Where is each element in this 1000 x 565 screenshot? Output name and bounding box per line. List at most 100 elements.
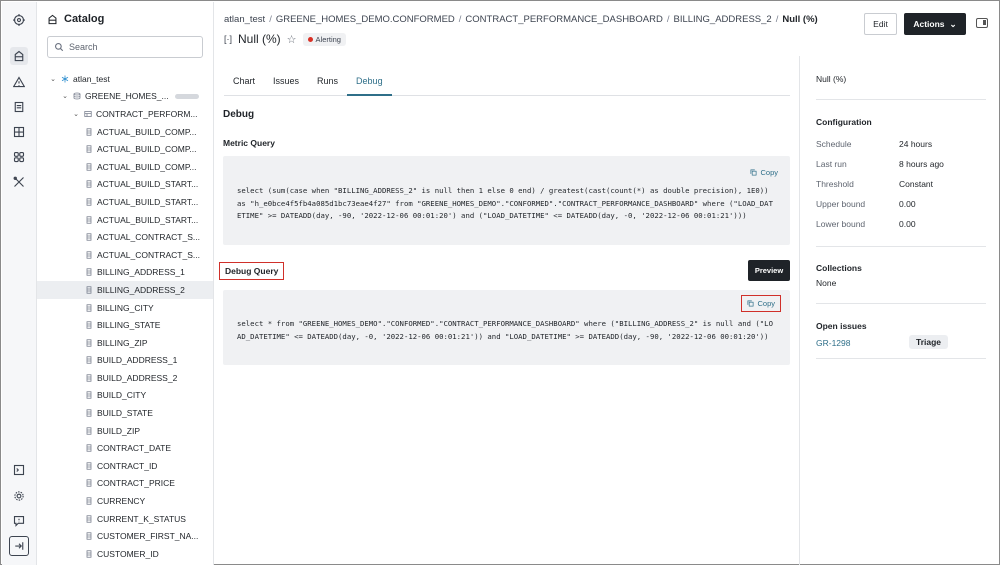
tree-item[interactable]: BILLING_ZIP — [37, 334, 213, 352]
catalog-tree: ⌄ atlan_test ⌄ GREENE_HOMES_... ⌄ CONTRACT_PE… — [37, 70, 213, 563]
tree-item-label: ACTUAL_BUILD_COMP... — [97, 161, 197, 172]
preview-button[interactable]: Preview — [748, 260, 790, 281]
config-row: Threshold Constant — [816, 179, 986, 189]
details-panel: Null (%) Configuration Schedule 24 hours L… — [799, 56, 1000, 565]
tree-item[interactable]: BILLING_CITY — [37, 299, 213, 317]
column-icon — [84, 549, 93, 558]
tree-item-label: CURRENCY — [97, 496, 146, 507]
tree-item[interactable]: CONTRACT_PRICE — [37, 475, 213, 493]
tree-item[interactable]: ACTUAL_BUILD_START... — [37, 193, 213, 211]
terminal-icon[interactable] — [10, 461, 28, 479]
expand-sidebar-icon[interactable] — [9, 536, 29, 556]
column-icon — [84, 409, 93, 418]
grid-layout-icon[interactable] — [10, 123, 28, 141]
star-icon[interactable]: ☆ — [287, 33, 297, 46]
catalog-search[interactable] — [47, 36, 203, 58]
tree-item-label: BUILD_ADDRESS_1 — [97, 355, 178, 366]
help-chat-icon[interactable] — [10, 512, 28, 530]
column-icon — [84, 479, 93, 488]
catalog-icon[interactable] — [10, 47, 28, 65]
configuration-heading: Configuration — [816, 117, 872, 127]
tree-item-label: ACTUAL_BUILD_START... — [97, 214, 199, 225]
tree-item[interactable]: CONTRACT_DATE — [37, 439, 213, 457]
breadcrumb-item[interactable]: atlan_test — [224, 14, 265, 25]
tree-item-label: CURRENT_K_STATUS — [97, 513, 186, 524]
divider — [816, 99, 986, 100]
chevron-down-icon: ⌄ — [949, 18, 957, 29]
config-row: Schedule 24 hours — [816, 139, 986, 149]
chevron-down-icon[interactable]: ⌄ — [49, 75, 57, 83]
tree-item[interactable]: ⌄ CONTRACT_PERFORM... — [37, 105, 213, 123]
tree-item[interactable]: BUILD_STATE — [37, 404, 213, 422]
tree-item[interactable]: ⌄ atlan_test — [37, 70, 213, 88]
tree-item[interactable]: CURRENCY — [37, 492, 213, 510]
config-key: Last run — [816, 159, 847, 169]
tree-item-label: ACTUAL_CONTRACT_S... — [97, 249, 200, 260]
alert-triangle-icon[interactable] — [10, 73, 28, 91]
tree-item-label: atlan_test — [73, 73, 110, 84]
tree-item[interactable]: BUILD_CITY — [37, 387, 213, 405]
config-row: Last run 8 hours ago — [816, 159, 986, 169]
search-input[interactable] — [69, 42, 189, 52]
breadcrumb-item[interactable]: BILLING_ADDRESS_2 — [673, 14, 771, 25]
tree-item-label: BILLING_ZIP — [97, 337, 148, 348]
debug-query-code: select * from "GREENE_HOMES_DEMO"."CONFO… — [237, 319, 773, 341]
config-value: 0.00 — [899, 199, 916, 209]
column-icon — [84, 321, 93, 330]
tree-item[interactable]: ⌄ GREENE_HOMES_... — [37, 88, 213, 106]
tab-debug[interactable]: Debug — [347, 68, 392, 96]
tree-item[interactable]: BILLING_STATE — [37, 316, 213, 334]
open-issues-heading: Open issues — [816, 321, 867, 331]
column-icon — [84, 444, 93, 453]
debug-copy-button[interactable]: Copy — [741, 295, 781, 312]
tree-item[interactable]: BUILD_ADDRESS_2 — [37, 369, 213, 387]
issue-link[interactable]: GR-1298 — [816, 338, 851, 348]
column-icon — [84, 532, 93, 541]
metric-query-heading: Metric Query — [223, 138, 275, 148]
tree-item[interactable]: ACTUAL_CONTRACT_S... — [37, 228, 213, 246]
tree-item[interactable]: ACTUAL_BUILD_START... — [37, 211, 213, 229]
tab-runs[interactable]: Runs — [308, 68, 347, 96]
tree-item[interactable]: BILLING_ADDRESS_2 — [37, 281, 213, 299]
tree-item[interactable]: ACTUAL_BUILD_COMP... — [37, 140, 213, 158]
tree-item[interactable]: CONTRACT_ID — [37, 457, 213, 475]
tree-item[interactable]: BILLING_ADDRESS_1 — [37, 264, 213, 282]
tree-item[interactable]: CUSTOMER_FIRST_NA... — [37, 527, 213, 545]
alert-dot-icon — [307, 36, 313, 42]
column-icon — [84, 338, 93, 347]
logo-icon[interactable] — [10, 11, 28, 29]
tree-item[interactable]: ACTUAL_BUILD_COMP... — [37, 158, 213, 176]
tab-chart[interactable]: Chart — [224, 68, 264, 96]
panel-toggle-icon[interactable] — [976, 18, 988, 28]
tools-icon[interactable] — [10, 173, 28, 191]
tree-item-label: BILLING_CITY — [97, 302, 154, 313]
column-icon — [84, 197, 93, 206]
tree-item[interactable]: BUILD_ZIP — [37, 422, 213, 440]
debug-query-heading: Debug Query — [218, 262, 285, 280]
breadcrumb-item[interactable]: GREENE_HOMES_DEMO.CONFORMED — [276, 14, 455, 25]
breadcrumb-item[interactable]: CONTRACT_PERFORMANCE_DASHBOARD — [465, 14, 662, 25]
document-icon[interactable] — [10, 98, 28, 116]
chevron-down-icon[interactable]: ⌄ — [61, 92, 69, 100]
metric-copy-button[interactable]: Copy — [750, 168, 778, 177]
tree-item[interactable]: CUSTOMER_ID — [37, 545, 213, 563]
config-value: Constant — [899, 179, 934, 189]
tree-item[interactable]: BUILD_ADDRESS_1 — [37, 352, 213, 370]
catalog-header: Catalog — [47, 13, 104, 25]
snowflake-icon — [60, 74, 69, 83]
tree-item[interactable]: ACTUAL_CONTRACT_S... — [37, 246, 213, 264]
edit-button[interactable]: Edit — [864, 13, 897, 35]
copy-icon — [751, 169, 757, 176]
settings-gear-icon[interactable] — [10, 487, 28, 505]
tree-item[interactable]: CURRENT_K_STATUS — [37, 510, 213, 528]
tab-issues[interactable]: Issues — [264, 68, 308, 96]
column-icon — [84, 514, 93, 523]
apps-icon[interactable] — [10, 148, 28, 166]
actions-button[interactable]: Actions ⌄ — [904, 13, 966, 35]
chevron-down-icon[interactable]: ⌄ — [72, 110, 80, 118]
tree-item[interactable]: ACTUAL_BUILD_START... — [37, 176, 213, 194]
metric-query-code: select (sum(case when "BILLING_ADDRESS_2… — [237, 186, 773, 220]
tree-item[interactable]: ACTUAL_BUILD_COMP... — [37, 123, 213, 141]
tree-item-label: ACTUAL_BUILD_COMP... — [97, 126, 197, 137]
loading-pill — [174, 93, 199, 99]
